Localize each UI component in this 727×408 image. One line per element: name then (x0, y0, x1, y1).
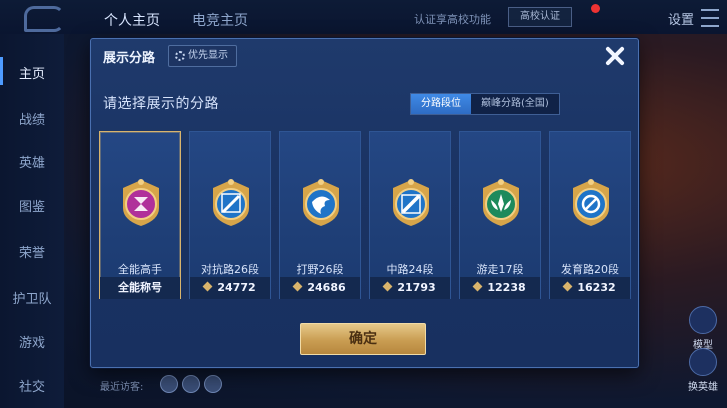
all-rounder-emblem-icon (123, 179, 159, 226)
sidebar-item-honor[interactable]: 荣誉 (0, 242, 64, 261)
priority-display-button[interactable]: 优先显示 (168, 45, 237, 67)
tab-personal[interactable]: 个人主页 (104, 10, 160, 30)
model-button[interactable]: 模型 (686, 306, 720, 351)
app-logo-icon[interactable] (24, 6, 64, 32)
campus-cert-button[interactable]: 高校认证 (508, 7, 572, 27)
visitor-avatar[interactable] (160, 375, 178, 393)
score-diamond-icon (382, 281, 393, 292)
notification-dot (591, 4, 600, 13)
visitor-avatar[interactable] (204, 375, 222, 393)
change-hero-button[interactable]: 换英雄 (686, 348, 720, 393)
sidebar-item-heroes[interactable]: 英雄 (0, 152, 64, 171)
confirm-button[interactable]: 确定 (300, 323, 426, 355)
dialog-title: 展示分路 (103, 51, 156, 66)
lane-score: 21793 (370, 277, 450, 299)
sidebar: 主页 战绩 英雄 图鉴 荣誉 护卫队 游戏 社交 (0, 34, 64, 408)
tab-peak-lane[interactable]: 巅峰分路(全国) (471, 94, 559, 114)
lane-score: 12238 (460, 277, 540, 299)
recent-visitors-label: 最近访客: (100, 382, 144, 393)
sidebar-item-guard[interactable]: 护卫队 (0, 288, 64, 307)
farm-lane-emblem-icon (573, 179, 609, 226)
lane-score: 24686 (280, 277, 360, 299)
sidebar-item-social[interactable]: 社交 (0, 376, 64, 395)
tab-esports[interactable]: 电竞主页 (192, 10, 248, 30)
sidebar-item-game[interactable]: 游戏 (0, 332, 64, 351)
menu-icon[interactable] (701, 9, 719, 27)
lane-footer: 全能称号 (100, 277, 180, 299)
verify-hint[interactable]: 认证享高校功能 (414, 11, 491, 27)
lane-name: 全能高手 (118, 263, 162, 276)
lane-score: 16232 (550, 277, 630, 299)
sidebar-item-codex[interactable]: 图鉴 (0, 196, 64, 215)
top-bar: 个人主页 电竞主页 认证享高校功能 高校认证 设置 (0, 0, 727, 34)
clash-lane-emblem-icon (213, 179, 249, 226)
lane-score: 24772 (190, 277, 270, 299)
settings-button[interactable]: 设置 (668, 9, 694, 28)
lane-name: 对抗路26段 (201, 263, 259, 276)
lane-card-mid[interactable]: 中路24段 21793 (369, 131, 451, 299)
roam-emblem-icon (483, 179, 519, 226)
gear-icon (175, 51, 185, 61)
lane-card-all-rounder[interactable]: 全能高手 全能称号 (99, 131, 181, 299)
lane-name: 打野26段 (296, 263, 344, 276)
lane-name: 发育路20段 (561, 263, 619, 276)
score-diamond-icon (292, 281, 303, 292)
close-icon[interactable] (601, 43, 627, 69)
selection-prompt: 请选择展示的分路 (103, 96, 219, 112)
tab-lane-rank[interactable]: 分路段位 (411, 94, 471, 114)
score-diamond-icon (472, 281, 483, 292)
swap-hero-icon (689, 348, 717, 376)
lane-card-clash[interactable]: 对抗路26段 24772 (189, 131, 271, 299)
sidebar-item-record[interactable]: 战绩 (0, 109, 64, 128)
mid-lane-emblem-icon (393, 179, 429, 226)
lane-card-jungle[interactable]: 打野26段 24686 (279, 131, 361, 299)
lane-card-roam[interactable]: 游走17段 12238 (459, 131, 541, 299)
lane-display-dialog: 展示分路 优先显示 请选择展示的分路 分路段位 巅峰分路(全国) 全能高手 全能… (90, 38, 639, 368)
model-icon (689, 306, 717, 334)
lane-name: 中路24段 (386, 263, 434, 276)
sidebar-item-home[interactable]: 主页 (0, 57, 64, 85)
lane-name: 游走17段 (476, 263, 524, 276)
score-diamond-icon (202, 281, 213, 292)
score-diamond-icon (562, 281, 573, 292)
jungle-emblem-icon (303, 179, 339, 226)
lane-mode-toggle: 分路段位 巅峰分路(全国) (410, 93, 560, 115)
lane-card-farm[interactable]: 发育路20段 16232 (549, 131, 631, 299)
visitor-avatar[interactable] (182, 375, 200, 393)
